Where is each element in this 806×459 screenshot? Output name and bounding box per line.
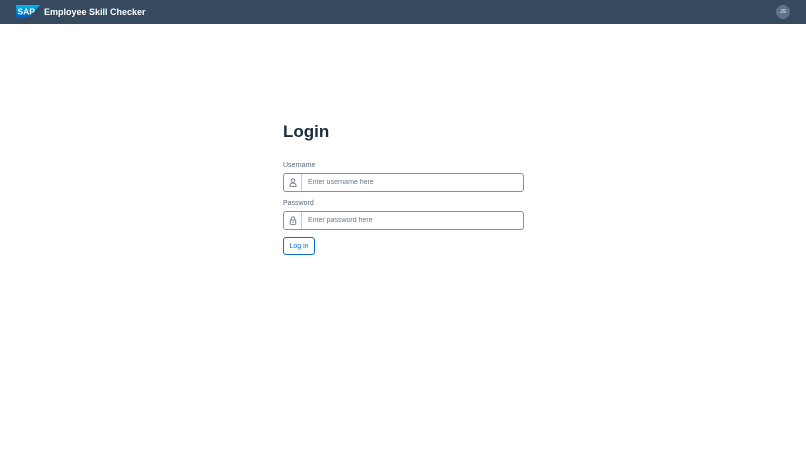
login-button[interactable]: Log in (283, 237, 315, 255)
lock-icon (284, 212, 302, 229)
login-form: Login Username Password Log in (283, 120, 524, 255)
username-input[interactable] (302, 174, 523, 191)
password-label: Password (283, 200, 314, 207)
password-input[interactable] (302, 212, 523, 229)
shell-bar: SAP Employee Skill Checker JS (0, 0, 806, 24)
page-title: Login (283, 122, 330, 141)
user-avatar[interactable]: JS (776, 5, 790, 19)
sap-logo[interactable]: SAP (16, 5, 40, 18)
password-field[interactable] (283, 211, 524, 230)
username-field[interactable] (283, 173, 524, 192)
username-label: Username (283, 162, 316, 169)
app-title: Employee Skill Checker (44, 7, 146, 17)
person-icon (284, 174, 302, 191)
sap-logo-text: SAP (18, 7, 36, 17)
